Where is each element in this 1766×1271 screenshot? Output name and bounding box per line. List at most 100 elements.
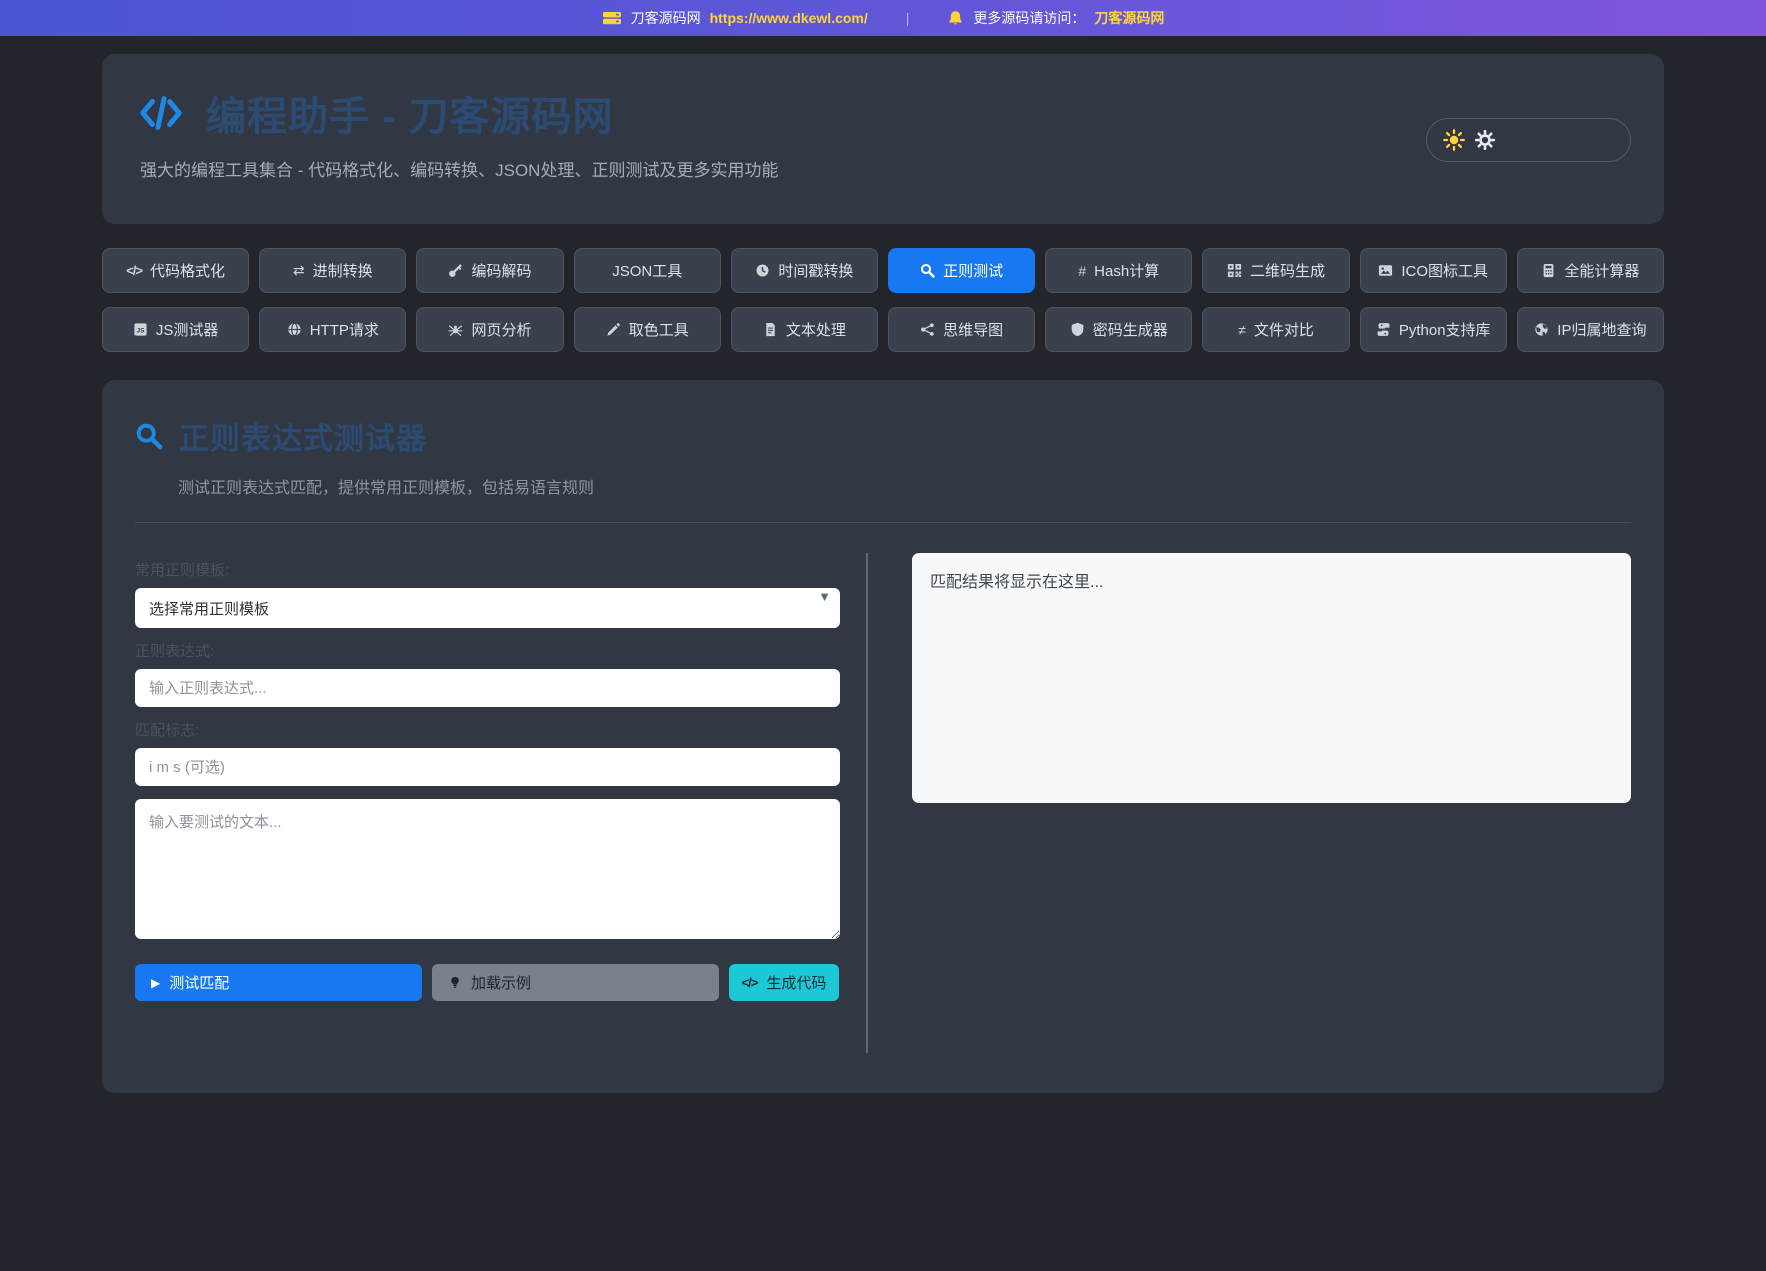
tab-label: 文本处理	[786, 319, 846, 340]
key-icon	[448, 263, 463, 278]
tab-label: 正则测试	[943, 260, 1003, 281]
tab-label: 全能计算器	[1564, 260, 1639, 281]
tab-ico-tools[interactable]: ICO图标工具	[1360, 248, 1507, 293]
load-example-label: 加载示例	[471, 972, 531, 993]
tab-label: 文件对比	[1254, 319, 1314, 340]
code-icon: </>	[126, 263, 142, 278]
template-label: 常用正则模板:	[135, 559, 840, 580]
flags-input[interactable]	[135, 748, 840, 786]
tab-js-tester[interactable]: JS测试器	[102, 307, 249, 352]
tab-label: 思维导图	[943, 319, 1003, 340]
banner-more-link[interactable]: 刀客源码网	[1094, 8, 1164, 28]
tab-label: HTTP请求	[310, 319, 379, 340]
tab-label: 二维码生成	[1250, 260, 1325, 281]
tab-hash-calc[interactable]: # Hash计算	[1045, 248, 1192, 293]
tab-encode-decode[interactable]: 编码解码	[416, 248, 563, 293]
template-select[interactable]: 选择常用正则模板 ▼	[135, 588, 840, 628]
tab-color-picker[interactable]: 取色工具	[574, 307, 721, 352]
shield-icon	[1070, 322, 1085, 337]
tab-label: 网页分析	[471, 319, 531, 340]
tab-web-analyze[interactable]: 网页分析	[416, 307, 563, 352]
tab-label: JS测试器	[156, 319, 219, 340]
section-title: 正则表达式测试器	[179, 414, 427, 458]
tab-label: ICO图标工具	[1401, 260, 1488, 281]
page-header: 编程助手 - 刀客源码网 强大的编程工具集合 - 代码格式化、编码转换、JSON…	[102, 54, 1664, 224]
tab-mindmap[interactable]: 思维导图	[888, 307, 1035, 352]
tab-ip-lookup[interactable]: IP归属地查询	[1517, 307, 1664, 352]
tab-qrcode-gen[interactable]: 二维码生成	[1202, 248, 1349, 293]
tab-label: 代码格式化	[150, 260, 225, 281]
regex-form: 常用正则模板: 选择常用正则模板 ▼ 正则表达式: 匹配标志: ▶ 测试匹配	[135, 553, 868, 1053]
load-example-button[interactable]: 加载示例	[432, 964, 719, 1001]
tab-label: Python支持库	[1399, 319, 1491, 340]
banner-more-text: 更多源码请访问：	[973, 8, 1085, 28]
earth-icon	[1534, 322, 1549, 337]
qrcode-icon	[1227, 263, 1242, 278]
section-divider	[135, 522, 1631, 523]
mindmap-icon	[920, 322, 935, 337]
tab-label: IP归属地查询	[1557, 319, 1646, 340]
js-icon	[133, 322, 148, 337]
document-icon	[763, 322, 778, 337]
page-title: 编程助手 - 刀客源码网	[206, 84, 614, 142]
clock-icon	[755, 263, 770, 278]
gear-icon	[1475, 130, 1495, 150]
card-stack-icon	[602, 10, 622, 26]
tools-grid: </> 代码格式化 ⇄ 进制转换 编码解码 JSON工具 时间戳转换 正则测试 # Hash计算 二…	[102, 248, 1664, 352]
swap-icon: ⇄	[293, 262, 305, 279]
regex-tester-section: 正则表达式测试器 测试正则表达式匹配，提供常用正则模板，包括易语言规则 常用正则…	[102, 380, 1664, 1093]
banner-site-url[interactable]: https://www.dkewl.com/	[710, 10, 868, 26]
sun-icon	[1443, 129, 1465, 151]
banner-site-name: 刀客源码网	[631, 8, 701, 28]
spider-icon	[448, 322, 463, 337]
test-match-button[interactable]: ▶ 测试匹配	[135, 964, 422, 1001]
generate-code-label: 生成代码	[766, 972, 826, 993]
tab-label: JSON工具	[612, 260, 682, 281]
tab-label: Hash计算	[1094, 260, 1159, 281]
tab-password-gen[interactable]: 密码生成器	[1045, 307, 1192, 352]
chevron-down-icon: ▼	[818, 589, 831, 604]
result-box: 匹配结果将显示在这里...	[912, 553, 1631, 803]
search-icon	[135, 422, 163, 450]
bulb-icon	[448, 975, 462, 990]
tab-label: 时间戳转换	[778, 260, 853, 281]
tab-http-request[interactable]: HTTP请求	[259, 307, 406, 352]
top-banner: 刀客源码网 https://www.dkewl.com/ | 更多源码请访问： …	[0, 0, 1766, 36]
test-text-input[interactable]	[135, 799, 840, 939]
tab-python-lib[interactable]: Python支持库	[1360, 307, 1507, 352]
code-icon	[138, 93, 184, 133]
tab-json-tools[interactable]: JSON工具	[574, 248, 721, 293]
tab-timestamp[interactable]: 时间戳转换	[731, 248, 878, 293]
tab-label: 密码生成器	[1093, 319, 1168, 340]
result-panel: 匹配结果将显示在这里...	[868, 553, 1631, 1053]
tab-calculator[interactable]: 全能计算器	[1517, 248, 1664, 293]
image-icon	[1378, 263, 1393, 278]
play-icon: ▶	[151, 976, 160, 990]
test-match-label: 测试匹配	[169, 972, 229, 993]
globe-icon	[287, 322, 302, 337]
tab-label: 进制转换	[313, 260, 373, 281]
tab-code-format[interactable]: </> 代码格式化	[102, 248, 249, 293]
flags-label: 匹配标志:	[135, 719, 840, 740]
generate-code-button[interactable]: </> 生成代码	[729, 964, 839, 1001]
tab-base-convert[interactable]: ⇄ 进制转换	[259, 248, 406, 293]
tab-regex-test[interactable]: 正则测试	[888, 248, 1035, 293]
pattern-input[interactable]	[135, 669, 840, 707]
tab-label: 编码解码	[471, 260, 531, 281]
tab-label: 取色工具	[629, 319, 689, 340]
calculator-icon	[1541, 263, 1556, 278]
dropper-icon	[606, 322, 621, 337]
notequal-icon: ≠	[1238, 322, 1246, 338]
theme-toggle[interactable]	[1426, 118, 1631, 162]
template-select-value: 选择常用正则模板	[149, 598, 269, 619]
section-subtitle: 测试正则表达式匹配，提供常用正则模板，包括易语言规则	[178, 474, 1631, 498]
hash-icon: #	[1078, 263, 1086, 279]
bell-icon	[947, 10, 964, 27]
pattern-label: 正则表达式:	[135, 640, 840, 661]
tab-text-process[interactable]: 文本处理	[731, 307, 878, 352]
search-icon	[920, 263, 935, 278]
result-placeholder: 匹配结果将显示在这里...	[930, 574, 1103, 591]
code-icon: </>	[742, 975, 758, 990]
python-icon	[1376, 322, 1391, 337]
tab-file-diff[interactable]: ≠ 文件对比	[1202, 307, 1349, 352]
